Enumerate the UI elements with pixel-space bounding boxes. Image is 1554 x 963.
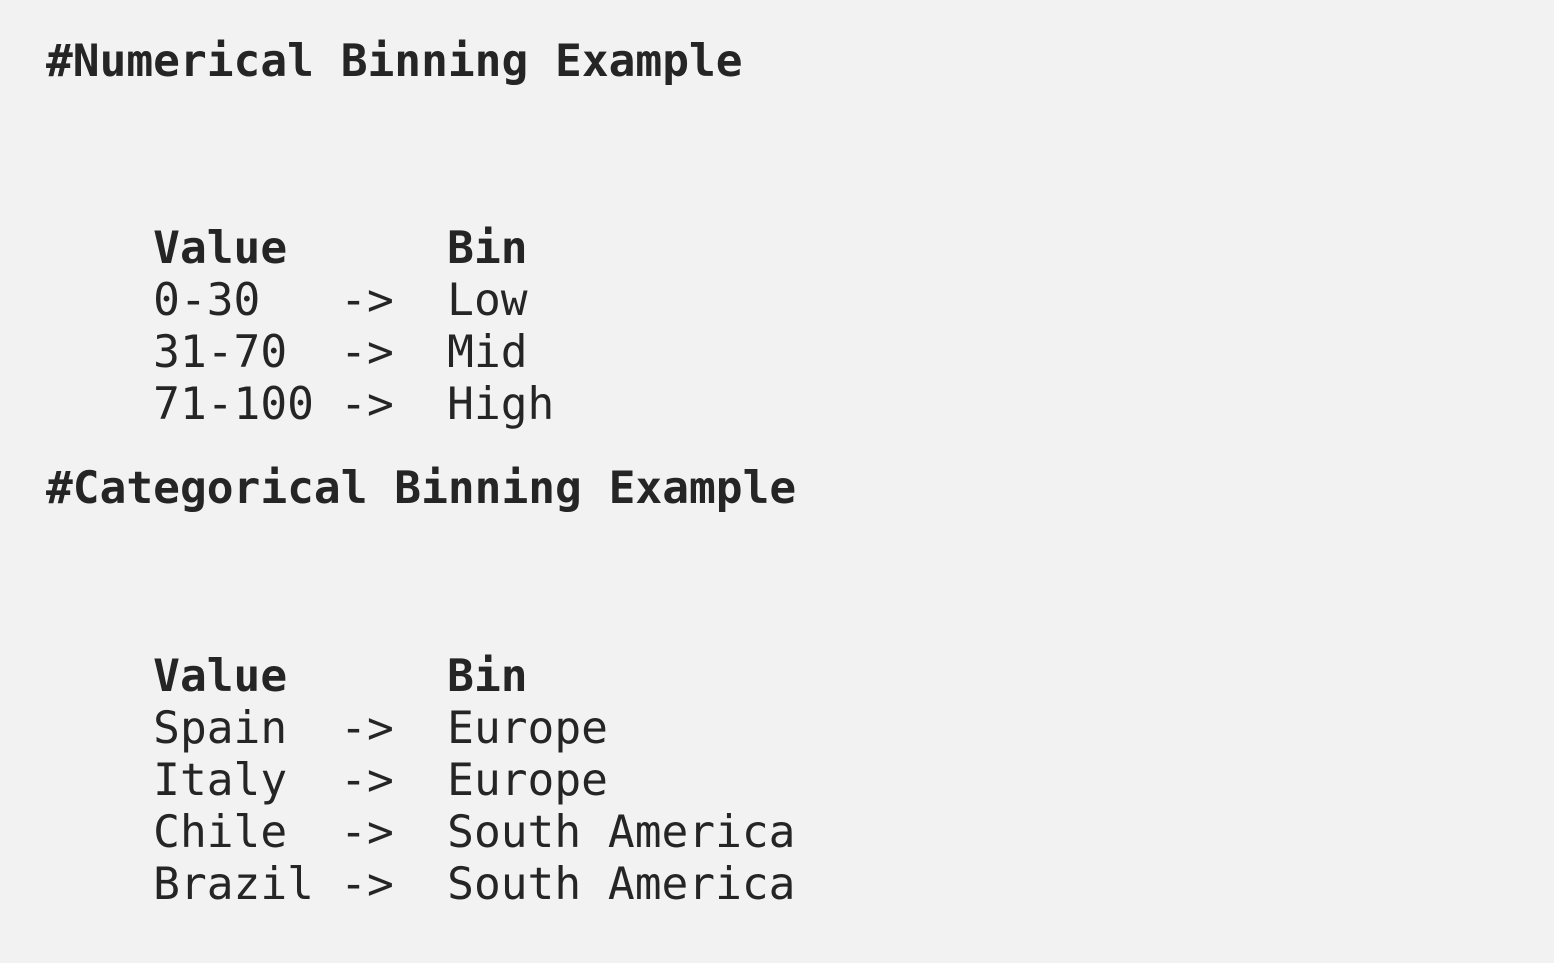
row-bin: High xyxy=(447,379,555,430)
numerical-row: 71-100 -> High xyxy=(46,327,554,430)
categorical-row: Brazil -> South America xyxy=(46,807,795,910)
categorical-row: Chile -> South America xyxy=(46,755,795,858)
row-bin: South America xyxy=(447,859,796,910)
row-value: Brazil xyxy=(153,859,314,910)
categorical-row: Spain -> Europe xyxy=(46,651,608,754)
numerical-heading: #Numerical Binning Example xyxy=(46,36,743,87)
row-arrow: -> xyxy=(340,379,394,430)
code-document: #Numerical Binning Example Value Bin 0-30… xyxy=(0,0,1554,910)
categorical-row: Italy -> Europe xyxy=(46,703,608,806)
row-arrow: -> xyxy=(340,859,394,910)
numerical-table-header: Value Bin xyxy=(46,171,527,274)
row-value: 71-100 xyxy=(153,379,314,430)
numerical-row: 31-70 -> Mid xyxy=(46,275,527,378)
numerical-row: 0-30 -> Low xyxy=(46,223,527,326)
categorical-heading: #Categorical Binning Example xyxy=(46,463,797,514)
categorical-table-header: Value Bin xyxy=(46,599,527,702)
